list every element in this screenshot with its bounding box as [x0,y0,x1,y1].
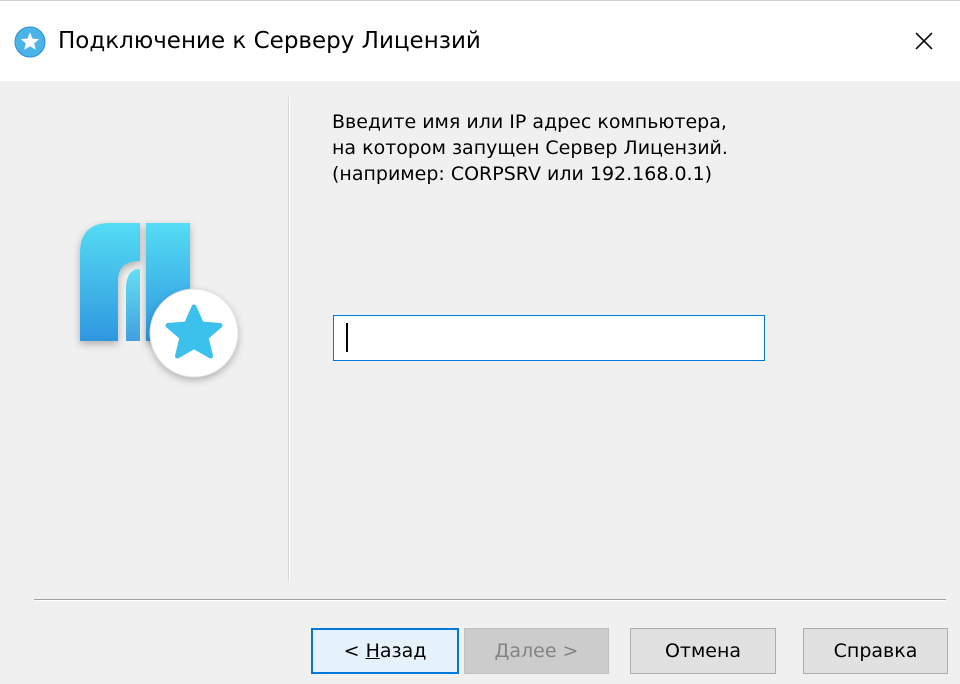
license-server-dialog: Подключение к Серверу Лицензий Введите и… [0,0,960,684]
app-logo-star-icon [80,223,239,378]
cancel-button-label: Отмена [664,640,742,662]
window-title: Подключение к Серверу Лицензий [58,28,481,54]
back-button-prefix: < [343,640,366,662]
server-address-input[interactable] [333,315,765,361]
back-button-label: азад [379,640,427,662]
horizontal-divider [34,599,946,601]
star-badge-icon [14,26,46,58]
back-button[interactable]: < Назад [311,628,459,674]
vertical-divider [288,97,290,581]
next-button-mnemonic: Д [494,640,510,662]
title-bar: Подключение к Серверу Лицензий [0,1,960,81]
cancel-button[interactable]: Отмена [630,628,776,674]
next-button-label: алее > [509,640,579,662]
back-button-mnemonic: Н [365,640,380,662]
instruction-line-2: на котором запущен Сервер Лицензий. [332,137,728,159]
help-button-label: Справка [833,640,918,662]
instruction-line-1: Введите имя или IP адрес компьютера, [332,111,727,133]
instruction-text: Введите имя или IP адрес компьютера, на … [332,109,728,187]
instruction-line-3: (например: CORPSRV или 192.168.0.1) [332,163,713,185]
close-icon [915,32,933,50]
next-button-disabled: Далее > [464,628,609,674]
help-button[interactable]: Справка [803,628,948,674]
close-button[interactable] [888,1,960,81]
